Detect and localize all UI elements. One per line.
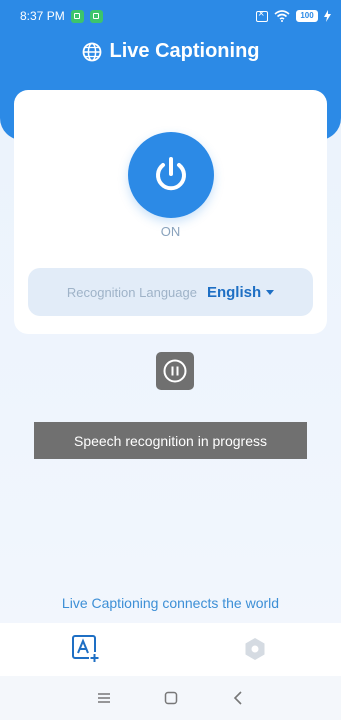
power-icon — [156, 157, 186, 191]
bottom-navigation — [0, 623, 341, 676]
power-button[interactable] — [128, 132, 214, 218]
battery-indicator: 100 — [296, 10, 318, 22]
home-button[interactable] — [161, 688, 181, 708]
globe-icon — [82, 42, 101, 61]
status-left: 8:37 PM — [20, 9, 103, 23]
no-sim-icon — [256, 8, 268, 22]
tagline: Live Captioning connects the world — [61, 595, 280, 611]
status-right: 100 — [256, 8, 331, 22]
back-icon — [233, 691, 242, 705]
nav-caption[interactable] — [71, 634, 101, 664]
language-label: Recognition Language — [66, 284, 197, 300]
settings-icon — [245, 638, 265, 660]
language-value: English — [206, 283, 262, 301]
notification-icon — [89, 9, 103, 23]
power-state-label: ON — [160, 224, 181, 239]
add-caption-icon — [72, 635, 100, 663]
app-title-bar: Live Captioning — [0, 40, 341, 63]
menu-button[interactable] — [94, 688, 114, 708]
main-card: ON Recognition Language English — [14, 90, 327, 334]
notification-icon — [70, 9, 84, 23]
page-title: Live Captioning — [109, 40, 260, 62]
back-button[interactable] — [228, 688, 248, 708]
pause-icon — [163, 359, 187, 383]
home-icon — [164, 691, 177, 705]
status-time: 8:37 PM — [20, 9, 65, 23]
wifi-icon — [274, 10, 290, 22]
menu-icon — [97, 693, 110, 703]
status-toast: Speech recognition in progress — [34, 422, 307, 459]
nav-settings[interactable] — [240, 634, 270, 664]
recognition-language-selector[interactable]: Recognition Language English — [28, 268, 313, 316]
status-bar: 8:37 PM 100 — [0, 0, 341, 32]
caret-down-icon — [266, 289, 275, 295]
charging-icon — [324, 10, 331, 22]
language-dropdown[interactable]: English — [206, 283, 275, 301]
pause-button[interactable] — [156, 352, 194, 390]
system-navigation-bar — [0, 676, 341, 720]
